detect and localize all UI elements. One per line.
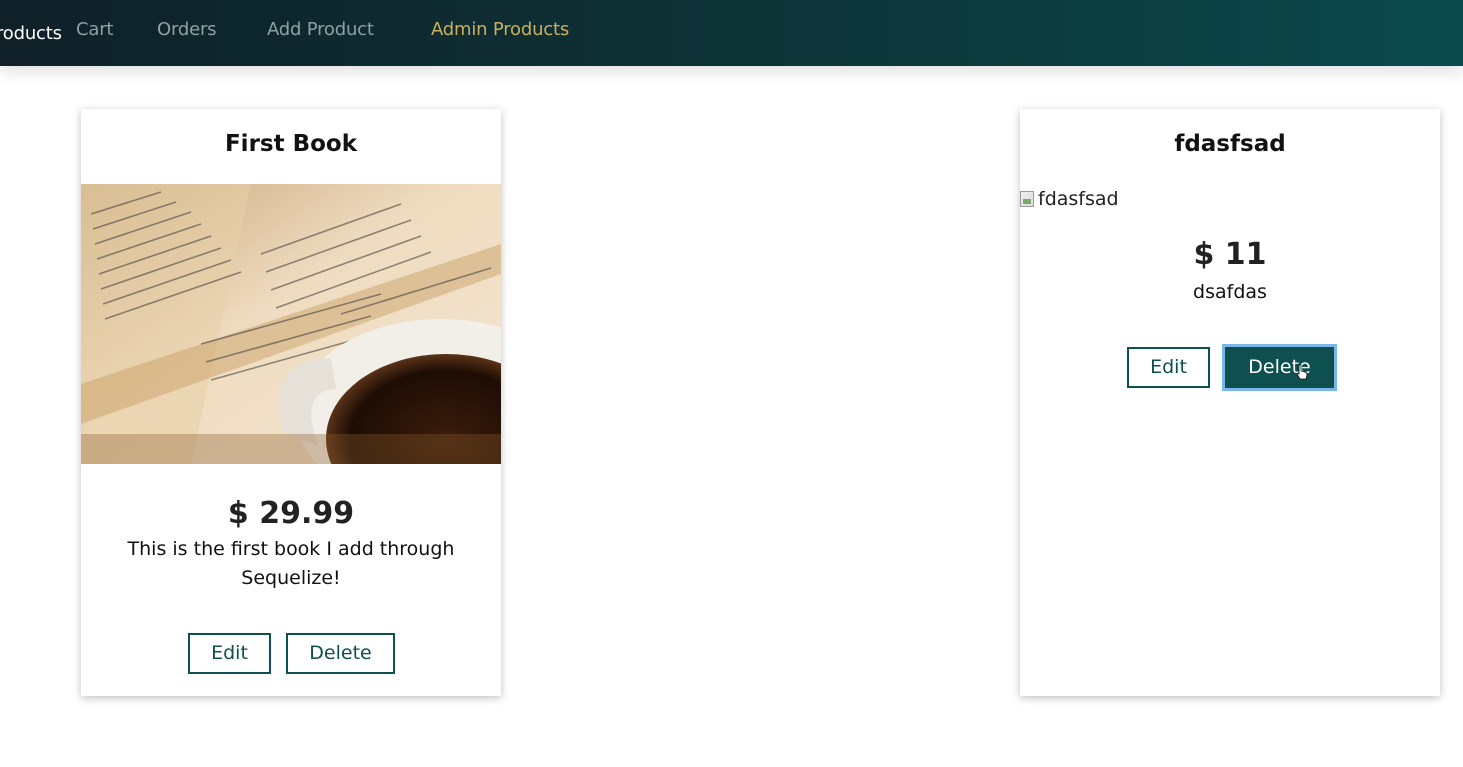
nav-add-product-link[interactable]: Add Product — [267, 19, 374, 40]
product-title: First Book — [224, 131, 358, 157]
nav-admin-products-link[interactable]: Admin Products — [431, 19, 569, 40]
delete-button[interactable]: Delete — [286, 633, 395, 674]
product-description: This is the first book I add through Seq… — [127, 538, 455, 589]
product-image — [81, 184, 501, 464]
product-card: First Book $ 29.99 This is the first boo… — [81, 109, 501, 696]
edit-button[interactable]: Edit — [1127, 347, 1210, 388]
book-and-coffee-image — [81, 184, 501, 464]
product-description: dsafdas — [1193, 281, 1267, 303]
product-price: $ 29.99 — [227, 496, 355, 531]
delete-button[interactable]: Delete — [1225, 347, 1334, 388]
edit-button[interactable]: Edit — [188, 633, 271, 674]
nav-orders-link[interactable]: Orders — [157, 19, 217, 40]
nav-cart-link[interactable]: Cart — [76, 19, 113, 40]
product-title: fdasfsad — [1174, 131, 1286, 157]
product-price: $ 11 — [1193, 237, 1267, 272]
main-header: roducts Cart Orders Add Product Admin Pr… — [0, 0, 1463, 66]
broken-image: fdasfsad — [1020, 188, 1119, 210]
nav-products-link[interactable]: roducts — [0, 23, 62, 44]
hand-cursor-icon — [1296, 364, 1308, 380]
image-alt-text: fdasfsad — [1038, 188, 1119, 210]
product-card: fdasfsad fdasfsad $ 11 dsafdas Edit Dele… — [1020, 109, 1440, 696]
broken-image-icon — [1020, 191, 1034, 207]
